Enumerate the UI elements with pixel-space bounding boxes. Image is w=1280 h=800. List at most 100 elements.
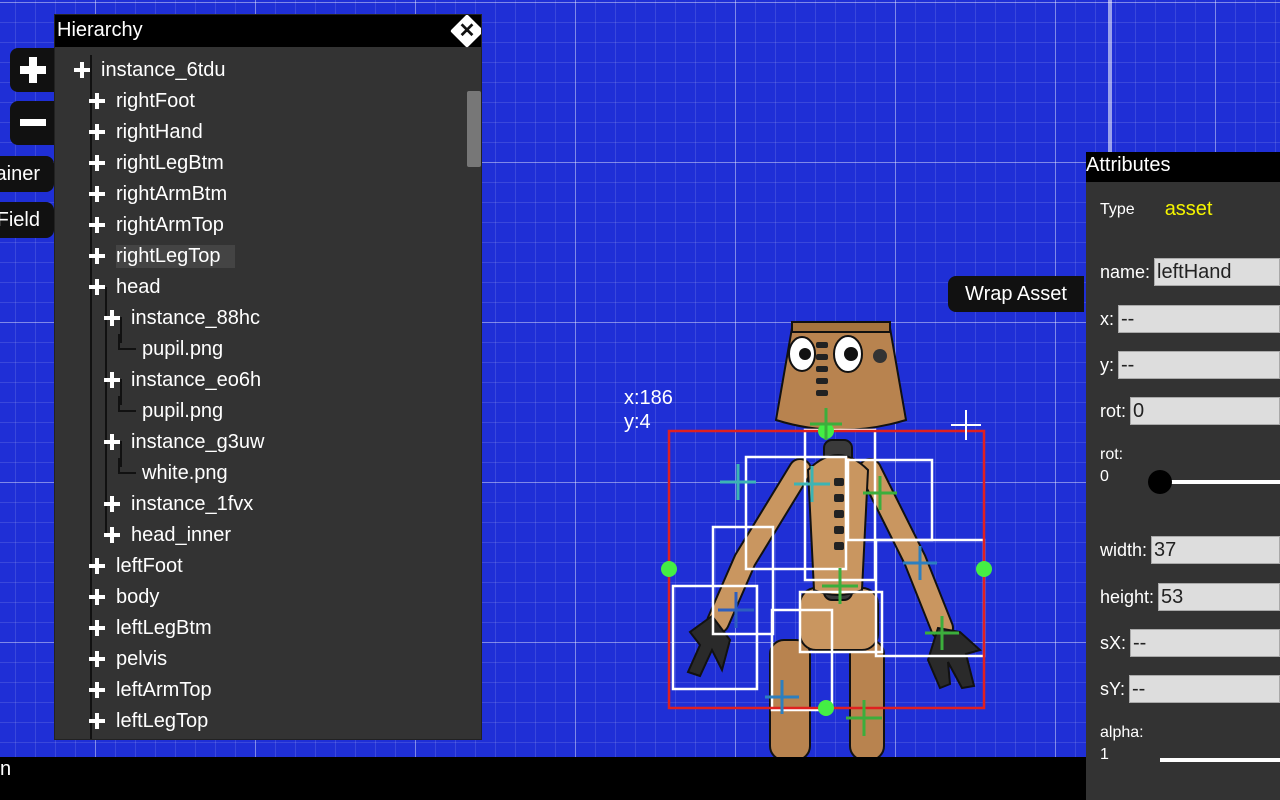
coord-y: y:4 <box>624 411 651 433</box>
tree-item-label: head <box>116 275 161 298</box>
expand-icon[interactable] <box>103 371 121 389</box>
tree-item[interactable]: rightFoot <box>88 88 195 114</box>
expand-icon[interactable] <box>103 433 121 451</box>
tree-item[interactable]: instance_1fvx <box>103 491 253 517</box>
tree-item-label: pelvis <box>116 647 168 670</box>
expand-icon[interactable] <box>103 495 121 513</box>
expand-icon[interactable] <box>88 278 106 296</box>
tree-item[interactable]: rightHand <box>88 119 203 145</box>
tree-item[interactable]: rightArmTop <box>88 212 224 238</box>
expand-icon[interactable] <box>88 557 106 575</box>
width-label: width: <box>1100 539 1148 560</box>
alpha-value: 1 <box>1100 746 1109 763</box>
left-leg[interactable] <box>849 639 885 761</box>
width-row: width: 37 <box>1100 536 1280 564</box>
expand-icon[interactable] <box>88 92 106 110</box>
right-arm[interactable] <box>708 460 810 632</box>
tree-item[interactable]: head <box>88 274 161 300</box>
expand-icon[interactable] <box>88 216 106 234</box>
height-row: height: 53 <box>1100 583 1280 611</box>
tree-item[interactable]: instance_eo6h <box>103 367 261 393</box>
rot-slider-track[interactable] <box>1156 480 1280 484</box>
tree-item-label: leftFoot <box>116 554 183 577</box>
x-field[interactable]: -- <box>1118 305 1280 333</box>
alpha-slider-track[interactable] <box>1160 758 1280 762</box>
tree-item[interactable]: leftLegBtm <box>88 615 212 641</box>
expand-icon[interactable] <box>73 61 91 79</box>
hierarchy-title: Hierarchy <box>57 19 143 41</box>
expand-icon[interactable] <box>88 185 106 203</box>
rot-slider-handle[interactable] <box>1148 470 1172 494</box>
width-field[interactable]: 37 <box>1151 536 1280 564</box>
body[interactable] <box>806 454 870 596</box>
left-hand[interactable] <box>926 626 983 690</box>
tree-item[interactable]: leftFoot <box>88 553 183 579</box>
sy-row: sY: -- <box>1100 675 1280 703</box>
handle-bottom[interactable] <box>818 700 834 716</box>
status-text: n <box>0 758 12 780</box>
type-label: Type <box>1100 200 1135 218</box>
height-field[interactable]: 53 <box>1158 583 1280 611</box>
tree-item-label: rightLegBtm <box>116 151 224 174</box>
tree-branch-line <box>118 396 136 412</box>
tree-item-label: instance_g3uw <box>131 430 265 453</box>
right-leg[interactable] <box>769 639 811 761</box>
wrap-asset-label: Wrap Asset <box>965 282 1067 305</box>
tree-item-label: head_inner <box>131 523 232 546</box>
tree-item[interactable]: rightArmBtm <box>88 181 227 207</box>
expand-icon[interactable] <box>88 681 106 699</box>
x-row: x: -- <box>1100 305 1280 333</box>
tree-item-label: instance_1fvx <box>131 492 254 515</box>
expand-icon[interactable] <box>103 309 121 327</box>
expand-icon[interactable] <box>88 154 106 172</box>
expand-icon[interactable] <box>88 123 106 141</box>
tree-item[interactable]: pupil.png <box>118 396 224 424</box>
status-bar: n <box>0 757 1086 800</box>
expand-icon[interactable] <box>88 247 106 265</box>
tree-item-label: instance_6tdu <box>101 58 226 81</box>
handle-right[interactable] <box>976 561 992 577</box>
tree-item[interactable]: head_inner <box>103 522 231 548</box>
tree-item[interactable]: instance_88hc <box>103 305 260 331</box>
rot-field[interactable]: 0 <box>1130 397 1280 425</box>
attributes-panel: Attributes Type asset name: leftHand x: … <box>1086 152 1280 800</box>
y-field[interactable]: -- <box>1118 351 1280 379</box>
expand-icon[interactable] <box>88 650 106 668</box>
tree-item-label: rightArmBtm <box>116 182 228 205</box>
close-button[interactable]: ✕ <box>450 15 481 48</box>
name-label: name: <box>1100 261 1151 282</box>
tree-item[interactable]: leftLegTop <box>88 708 208 734</box>
expand-icon[interactable] <box>88 712 106 730</box>
tree-item[interactable]: body <box>88 584 159 610</box>
coord-x: x:186 <box>624 387 673 409</box>
tree-item-label: leftLegBtm <box>116 616 212 639</box>
tree-item-label: pupil.png <box>142 399 224 422</box>
tree-item-label: white.png <box>142 461 228 484</box>
sx-field[interactable]: -- <box>1130 629 1280 657</box>
expand-icon[interactable] <box>103 526 121 544</box>
sy-label: sY: <box>1100 678 1126 699</box>
tree-item[interactable]: white.png <box>118 458 228 486</box>
expand-icon[interactable] <box>88 619 106 637</box>
tree-item-label: instance_eo6h <box>131 368 262 391</box>
handle-left[interactable] <box>661 561 677 577</box>
tree-item[interactable]: leftArmTop <box>88 677 212 703</box>
tree-item-label: rightArmTop <box>116 213 224 236</box>
x-label: x: <box>1100 308 1115 329</box>
y-label: y: <box>1100 354 1115 375</box>
name-field[interactable]: leftHand <box>1154 258 1280 286</box>
wrap-asset-button[interactable]: Wrap Asset <box>948 276 1084 312</box>
tree-item[interactable]: pupil.png <box>118 334 224 362</box>
sy-field[interactable]: -- <box>1129 675 1280 703</box>
expand-icon[interactable] <box>88 588 106 606</box>
tree-item[interactable]: pelvis <box>88 646 167 672</box>
tree-item[interactable]: rightLegBtm <box>88 150 224 176</box>
type-row: Type asset <box>1100 198 1280 221</box>
hierarchy-scrollbar[interactable] <box>467 91 481 167</box>
tree-item[interactable]: rightLegTop <box>88 243 235 269</box>
tree-item-label: body <box>116 585 160 608</box>
tree-item[interactable]: instance_g3uw <box>103 429 264 455</box>
tree-item-label: pupil.png <box>142 337 224 360</box>
tree-item[interactable]: instance_6tdu <box>73 57 226 83</box>
rot-label: rot: <box>1100 400 1127 421</box>
